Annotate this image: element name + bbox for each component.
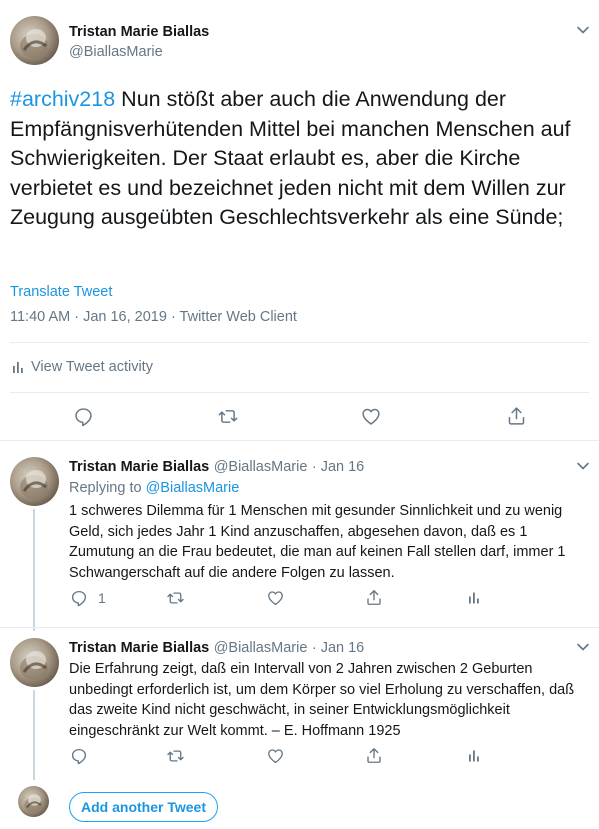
chevron-down-icon[interactable] — [575, 22, 591, 38]
tweet-date[interactable]: · Jan 16 — [312, 459, 364, 475]
retweet-icon[interactable] — [217, 406, 239, 427]
tweet-date[interactable]: · Jan 16 — [312, 640, 364, 656]
share-icon[interactable] — [365, 588, 383, 607]
analytics-icon — [12, 360, 24, 374]
share-icon[interactable] — [506, 405, 527, 427]
like-icon[interactable] — [266, 589, 285, 607]
view-activity-link[interactable]: View Tweet activity — [12, 359, 153, 375]
avatar[interactable] — [18, 786, 49, 817]
author-name[interactable]: Tristan Marie Biallas — [69, 459, 209, 475]
tweet-timestamp[interactable]: 11:40 AM · Jan 16, 2019 · Twitter Web Cl… — [10, 309, 297, 325]
chevron-down-icon[interactable] — [575, 639, 591, 655]
translate-link[interactable]: Translate Tweet — [10, 284, 112, 300]
reply-header: Tristan Marie Biallas @BiallasMarie · Ja… — [69, 458, 364, 476]
author-handle[interactable]: @BiallasMarie — [214, 459, 308, 475]
retweet-icon[interactable] — [166, 589, 185, 607]
reply-count: 1 — [98, 590, 106, 606]
tweet-text: #archiv218 Nun stößt aber auch die Anwen… — [10, 85, 590, 233]
divider — [0, 627, 599, 628]
avatar[interactable] — [10, 457, 59, 506]
replying-to-handle[interactable]: @BiallasMarie — [146, 480, 240, 496]
reply-button[interactable]: 1 — [70, 589, 106, 607]
retweet-icon[interactable] — [166, 747, 185, 765]
activity-label: View Tweet activity — [31, 359, 153, 375]
reply-icon[interactable] — [73, 406, 94, 427]
author-handle[interactable]: @BiallasMarie — [69, 44, 163, 60]
author-handle[interactable]: @BiallasMarie — [214, 640, 308, 656]
author-name[interactable]: Tristan Marie Biallas — [69, 640, 209, 656]
chevron-down-icon[interactable] — [575, 458, 591, 474]
divider — [0, 440, 599, 441]
replying-to-prefix: Replying to — [69, 480, 146, 496]
reply-text: Die Erfahrung zeigt, daß ein Intervall v… — [69, 661, 575, 739]
thread-line — [33, 509, 35, 631]
share-icon[interactable] — [365, 746, 383, 765]
divider — [10, 392, 589, 393]
analytics-icon[interactable] — [468, 748, 480, 763]
like-icon[interactable] — [266, 747, 285, 765]
reply-header: Tristan Marie Biallas @BiallasMarie · Ja… — [69, 639, 364, 657]
hashtag-link[interactable]: #archiv218 — [10, 87, 115, 111]
avatar[interactable] — [10, 638, 59, 687]
reply-icon — [70, 747, 88, 765]
avatar[interactable] — [10, 16, 59, 65]
like-icon[interactable] — [360, 406, 382, 427]
add-another-tweet-button[interactable]: Add another Tweet — [69, 792, 218, 822]
replying-to: Replying to @BiallasMarie — [69, 480, 239, 496]
reply-button[interactable] — [70, 747, 98, 765]
divider — [10, 342, 589, 343]
author-name[interactable]: Tristan Marie Biallas — [69, 24, 209, 40]
analytics-icon[interactable] — [468, 590, 480, 605]
reply-text: 1 schweres Dilemma für 1 Menschen mit ge… — [69, 503, 566, 581]
thread-line — [33, 690, 35, 780]
reply-icon — [70, 589, 88, 607]
